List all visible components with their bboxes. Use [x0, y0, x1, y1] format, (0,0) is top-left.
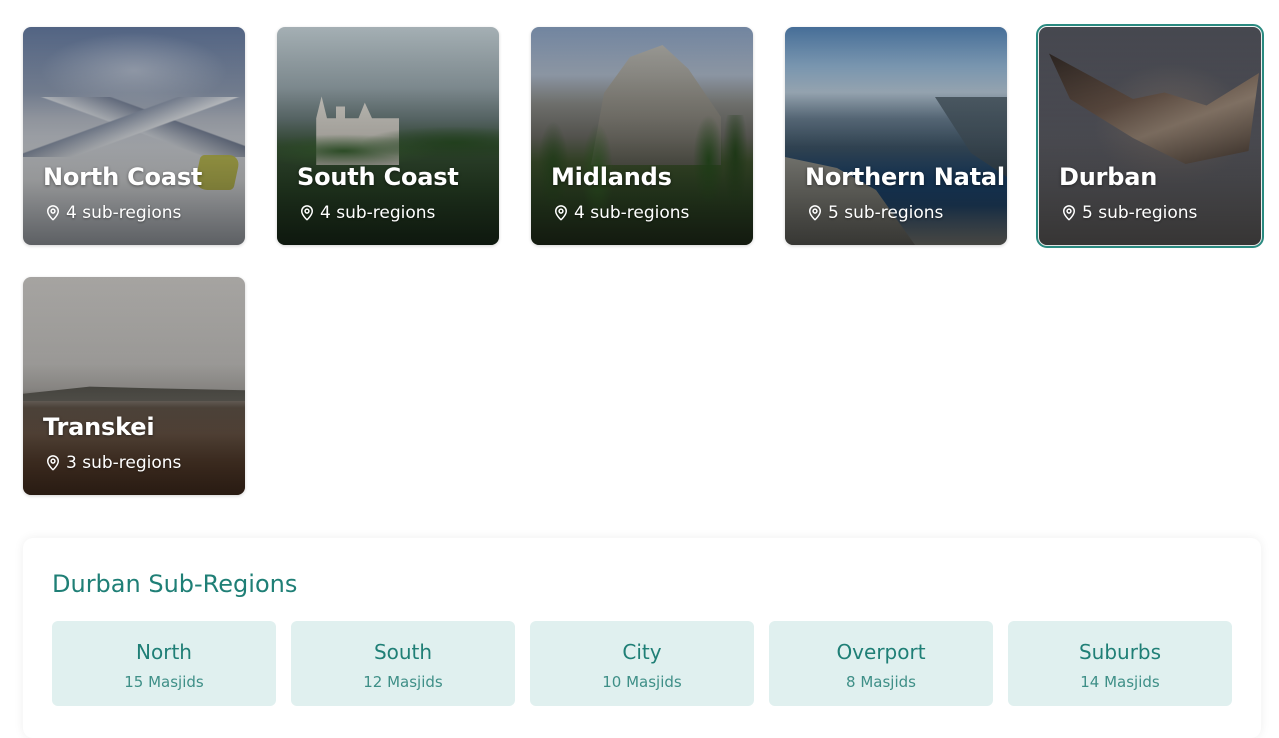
- masjid-count: 8 Masjids: [846, 673, 916, 691]
- sub-region-count: 3 sub-regions: [66, 453, 182, 473]
- masjid-count: 12 Masjids: [363, 673, 443, 691]
- region-title: South Coast: [297, 163, 459, 191]
- subregion-north[interactable]: North 15 Masjids: [52, 621, 276, 706]
- subregion-overport[interactable]: Overport 8 Masjids: [769, 621, 993, 706]
- location-pin-icon: [809, 205, 821, 221]
- location-pin-icon: [47, 455, 59, 471]
- region-card-south-coast[interactable]: South Coast 4 sub-regions: [277, 27, 499, 245]
- subregion-name: City: [622, 640, 662, 664]
- region-meta: 5 sub-regions: [1060, 203, 1197, 223]
- region-meta: 5 sub-regions: [806, 203, 943, 223]
- location-pin-icon: [555, 205, 567, 221]
- region-card-durban[interactable]: Durban 5 sub-regions: [1036, 24, 1264, 248]
- subregion-south[interactable]: South 12 Masjids: [291, 621, 515, 706]
- location-pin-icon: [1063, 205, 1075, 221]
- region-meta: 4 sub-regions: [44, 203, 181, 223]
- sub-region-count: 5 sub-regions: [1082, 203, 1198, 223]
- region-title: Transkei: [43, 413, 155, 441]
- location-pin-icon: [47, 205, 59, 221]
- sub-region-count: 4 sub-regions: [320, 203, 436, 223]
- subregion-city[interactable]: City 10 Masjids: [530, 621, 754, 706]
- subregion-name: North: [136, 640, 192, 664]
- region-card-transkei[interactable]: Transkei 3 sub-regions: [23, 277, 245, 495]
- region-meta: 4 sub-regions: [298, 203, 435, 223]
- region-card-midlands[interactable]: Midlands 4 sub-regions: [531, 27, 753, 245]
- sub-regions-panel: Durban Sub-Regions North 15 Masjids Sout…: [23, 538, 1261, 738]
- subregion-name: Suburbs: [1078, 640, 1162, 664]
- panel-title: Durban Sub-Regions: [52, 570, 298, 598]
- region-meta: 4 sub-regions: [552, 203, 689, 223]
- sub-region-count: 4 sub-regions: [66, 203, 182, 223]
- region-title: Northern Natal: [805, 163, 1005, 191]
- region-title: Midlands: [551, 163, 672, 191]
- location-pin-icon: [301, 205, 313, 221]
- subregion-name: Overport: [836, 640, 926, 664]
- region-title: North Coast: [43, 163, 203, 191]
- region-meta: 3 sub-regions: [44, 453, 181, 473]
- subregion-name: South: [373, 640, 433, 664]
- masjid-count: 10 Masjids: [602, 673, 682, 691]
- region-card-north-coast[interactable]: North Coast 4 sub-regions: [23, 27, 245, 245]
- masjid-count: 14 Masjids: [1080, 673, 1160, 691]
- sub-region-count: 5 sub-regions: [828, 203, 944, 223]
- region-card-northern-natal[interactable]: Northern Natal 5 sub-regions: [785, 27, 1007, 245]
- masjid-count: 15 Masjids: [124, 673, 204, 691]
- sub-region-count: 4 sub-regions: [574, 203, 690, 223]
- region-title: Durban: [1059, 163, 1158, 191]
- subregion-suburbs[interactable]: Suburbs 14 Masjids: [1008, 621, 1232, 706]
